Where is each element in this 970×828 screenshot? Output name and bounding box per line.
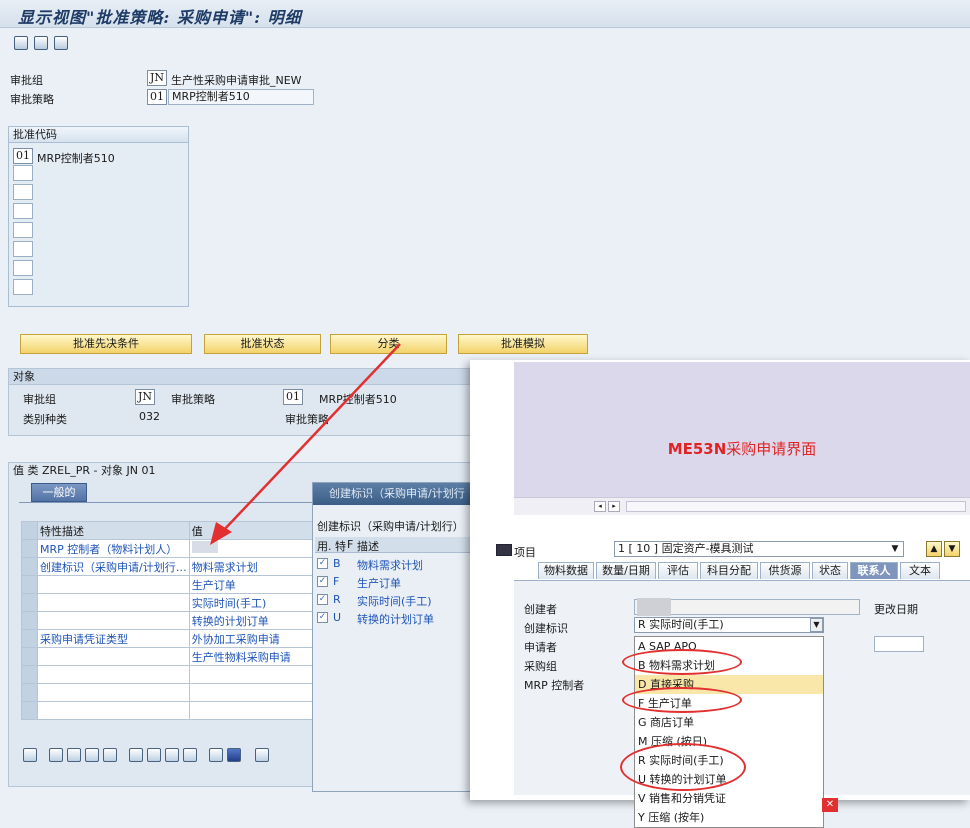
item-select[interactable]: 1 [ 10 ] 固定资产-模具测试 <box>614 541 904 557</box>
scroll-track[interactable] <box>626 501 966 512</box>
scroll-right-icon[interactable]: ▸ <box>608 501 620 512</box>
next-item-icon[interactable]: ▼ <box>944 541 960 557</box>
item-overview-area: ME53N采购申请界面 <box>514 362 970 497</box>
caption-brand: ME53N <box>667 440 727 458</box>
detail-tabs: 物料数据 数量/日期 评估 科目分配 供货源 状态 联系人 文本 <box>514 562 970 581</box>
option-item[interactable]: G 商店订单 <box>635 713 823 732</box>
creator-label: 创建者 <box>524 603 557 616</box>
arrow-line <box>221 343 401 533</box>
tab-quantity-date[interactable]: 数量/日期 <box>596 562 656 579</box>
tab-texts[interactable]: 文本 <box>900 562 940 579</box>
option-item[interactable]: V 销售和分销凭证 <box>635 789 823 808</box>
creator-redacted <box>637 598 671 616</box>
mrp-controller-label: MRP 控制者 <box>524 679 585 692</box>
tab-source-of-supply[interactable]: 供货源 <box>760 562 810 579</box>
tab-account-assignment[interactable]: 科目分配 <box>700 562 758 579</box>
change-date-label: 更改日期 <box>874 603 918 616</box>
scroll-left-icon[interactable]: ◂ <box>594 501 606 512</box>
purchasing-group-label: 采购组 <box>524 660 557 673</box>
highlight-ellipse <box>620 743 746 791</box>
horizontal-scrollbar[interactable]: ◂ ▸ <box>514 497 970 515</box>
create-indicator-select[interactable]: R 实际时间(手工) <box>634 617 824 633</box>
requester-label: 申请者 <box>524 641 557 654</box>
highlight-ellipse <box>622 687 742 713</box>
tab-status[interactable]: 状态 <box>812 562 848 579</box>
tab-valuation[interactable]: 评估 <box>658 562 698 579</box>
chevron-down-icon[interactable]: ▼ <box>888 541 902 557</box>
overlay-caption: ME53N采购申请界面 <box>514 438 970 459</box>
me53n-overlay: ME53N采购申请界面 ◂ ▸ 项目 1 [ 10 ] 固定资产-模具测试 ▼ … <box>470 360 970 828</box>
item-label: 项目 <box>514 546 536 559</box>
create-indicator-label: 创建标识 <box>524 622 568 635</box>
tab-material-data[interactable]: 物料数据 <box>538 562 594 579</box>
tab-contact[interactable]: 联系人 <box>850 562 898 579</box>
creator-field <box>634 598 860 616</box>
highlight-ellipse <box>622 649 742 675</box>
previous-item-icon[interactable]: ▲ <box>926 541 942 557</box>
dropdown-arrow-icon[interactable]: ▼ <box>810 618 823 632</box>
close-icon[interactable]: ✕ <box>822 798 838 812</box>
caption-rest: 采购申请界面 <box>726 440 817 458</box>
item-folder-icon[interactable] <box>496 544 512 556</box>
option-item[interactable]: Y 压缩 (按年) <box>635 808 823 827</box>
requester-extra-field[interactable] <box>874 636 924 652</box>
